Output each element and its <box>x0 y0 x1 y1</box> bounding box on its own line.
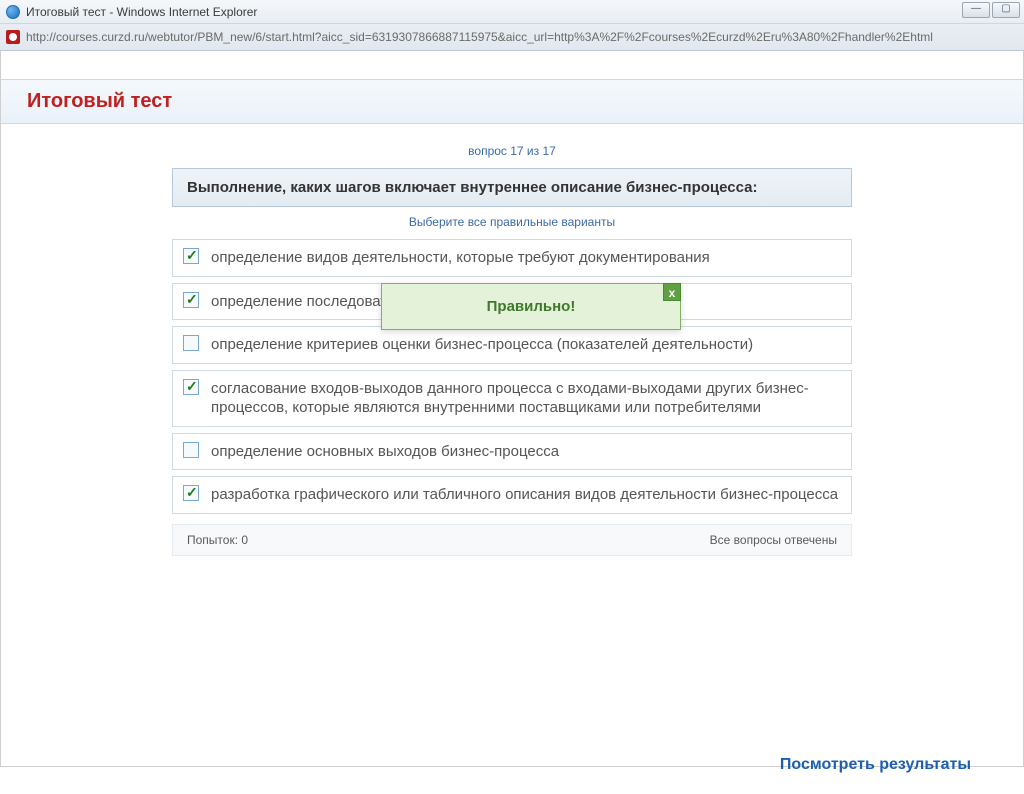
checkbox[interactable] <box>183 335 199 351</box>
checkbox[interactable]: ✓ <box>183 379 199 395</box>
option-row[interactable]: ✓ определение видов деятельности, которые… <box>172 239 852 277</box>
option-row[interactable]: ✓ согласование входов-выходов данного про… <box>172 370 852 427</box>
attempts-label: Попыток: 0 <box>187 533 248 547</box>
checkbox[interactable]: ✓ <box>183 292 199 308</box>
checkmark-icon: ✓ <box>186 291 198 308</box>
checkbox[interactable] <box>183 442 199 458</box>
option-text: разработка графического или табличного о… <box>211 485 838 505</box>
title-bar: Итоговый тест - Windows Internet Explore… <box>0 0 1024 24</box>
browser-chrome: Итоговый тест - Windows Internet Explore… <box>0 0 1024 51</box>
all-answered-label: Все вопросы отвечены <box>710 533 837 547</box>
window-controls: — ▢ <box>962 2 1020 18</box>
option-text: определение видов деятельности, которые … <box>211 248 710 268</box>
url-text: http://courses.curzd.ru/webtutor/PBM_new… <box>26 30 933 44</box>
instruction-text: Выберите все правильные варианты <box>27 215 997 229</box>
option-row[interactable]: ✓ разработка графического или табличного … <box>172 476 852 514</box>
close-icon[interactable]: x <box>663 283 681 301</box>
checkmark-icon: ✓ <box>186 378 198 395</box>
option-text: определение основных выходов бизнес-проц… <box>211 442 559 462</box>
feedback-popup: x Правильно! <box>381 283 681 330</box>
option-row[interactable]: определение критериев оценки бизнес-проц… <box>172 326 852 364</box>
feedback-text: Правильно! <box>487 298 576 315</box>
option-row[interactable]: определение основных выходов бизнес-проц… <box>172 433 852 471</box>
address-bar: http://courses.curzd.ru/webtutor/PBM_new… <box>0 24 1024 50</box>
window-title: Итоговый тест - Windows Internet Explore… <box>26 5 257 19</box>
results-link[interactable]: Посмотреть результаты <box>27 756 971 774</box>
page-content: Итоговый тест вопрос 17 из 17 Выполнение… <box>0 51 1024 767</box>
minimize-button[interactable]: — <box>962 2 990 18</box>
question-text: Выполнение, каких шагов включает внутрен… <box>172 168 852 207</box>
quiz-area: вопрос 17 из 17 Выполнение, каких шагов … <box>1 124 1023 794</box>
page-title: Итоговый тест <box>27 90 997 113</box>
checkbox[interactable]: ✓ <box>183 485 199 501</box>
option-text: определение критериев оценки бизнес-проц… <box>211 335 753 355</box>
checkmark-icon: ✓ <box>186 484 198 501</box>
ie-icon <box>6 5 20 19</box>
option-text: согласование входов-выходов данного проц… <box>211 379 841 418</box>
checkbox[interactable]: ✓ <box>183 248 199 264</box>
maximize-button[interactable]: ▢ <box>992 2 1020 18</box>
favicon-icon <box>6 30 20 44</box>
page-header: Итоговый тест <box>1 79 1023 124</box>
quiz-footer: Попыток: 0 Все вопросы отвечены <box>172 524 852 556</box>
checkmark-icon: ✓ <box>186 247 198 264</box>
progress-text: вопрос 17 из 17 <box>27 144 997 158</box>
options-list: ✓ определение видов деятельности, которые… <box>172 239 852 514</box>
